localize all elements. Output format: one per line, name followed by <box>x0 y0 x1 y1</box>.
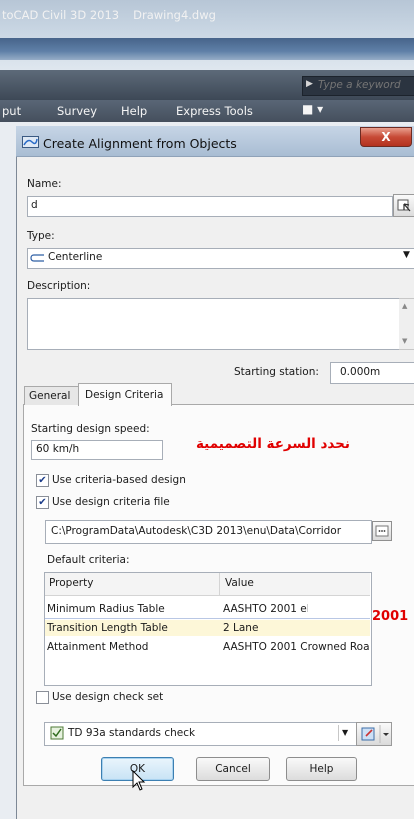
use-criteria-checkbox[interactable]: ✔ <box>36 474 49 487</box>
cell-property: Transition Length Table <box>47 622 168 634</box>
cancel-button[interactable]: Cancel <box>196 757 270 781</box>
cell-property: Minimum Radius Table <box>47 603 165 615</box>
tab-general-label: General <box>29 390 71 402</box>
starting-station-value: 0.000m <box>340 366 381 378</box>
tab-general[interactable]: General <box>24 386 80 405</box>
edit-check-set-icon <box>361 725 389 743</box>
mouse-pointer-icon <box>132 770 146 791</box>
cell-value: AASHTO 2001 eMa <box>223 603 308 615</box>
app-title: toCAD Civil 3D 2013 Drawing4.dwg <box>2 8 230 22</box>
column-property[interactable]: Property <box>49 577 93 589</box>
chevron-down-icon: ▼ <box>342 728 349 737</box>
browse-icon <box>375 525 389 537</box>
drawing-name: Drawing4.dwg <box>133 8 216 22</box>
dialog-title: Create Alignment from Objects <box>43 136 237 151</box>
check-set-icon <box>50 726 64 740</box>
tab-design-criteria-label: Design Criteria <box>85 389 164 401</box>
browse-button[interactable] <box>372 521 392 541</box>
use-criteria-label: Use criteria-based design <box>52 474 186 486</box>
table-row[interactable]: Transition Length Table 2 Lane <box>45 621 370 637</box>
menu-input[interactable]: put <box>2 104 21 118</box>
name-field[interactable] <box>27 196 393 217</box>
use-check-set-label: Use design check set <box>52 691 164 703</box>
name-template-button[interactable] <box>393 194 414 217</box>
design-speed-label: Starting design speed: <box>31 423 150 435</box>
cell-value: 2 Lane <box>223 622 259 634</box>
alignment-icon <box>22 136 39 148</box>
default-criteria-label: Default criteria: <box>47 554 130 566</box>
use-check-set-checkbox[interactable] <box>36 691 49 704</box>
ribbon-options-icon[interactable]: ■ ▾ <box>302 102 323 116</box>
design-speed-value: 60 km/h <box>36 443 80 455</box>
check-set-value: TD 93a standards check <box>68 727 196 739</box>
type-label: Type: <box>27 230 55 242</box>
use-file-label: Use design criteria file <box>52 496 170 508</box>
description-scrollbar[interactable]: ▲ ▼ <box>399 298 414 350</box>
centerline-icon <box>30 254 44 262</box>
starting-station-label: Starting station: <box>234 366 319 378</box>
chevron-down-icon[interactable]: ▼ <box>403 250 410 260</box>
search-expand-icon[interactable]: ▶ <box>306 79 313 89</box>
help-button[interactable]: Help <box>286 757 357 781</box>
column-value[interactable]: Value <box>225 577 254 589</box>
menu-help[interactable]: Help <box>121 104 147 118</box>
type-value: Centerline <box>48 251 103 263</box>
app-name: toCAD Civil 3D 2013 <box>2 8 120 22</box>
speed-annotation: نحدد السرعة التصميمية <box>196 436 350 452</box>
table-row[interactable]: Minimum Radius Table AASHTO 2001 eMa <box>45 602 370 618</box>
cell-value: AASHTO 2001 Crowned Road... <box>223 641 369 653</box>
name-label: Name: <box>27 178 62 190</box>
close-button[interactable]: X <box>360 127 412 147</box>
menu-survey[interactable]: Survey <box>57 104 97 118</box>
year-annotation: 2001 <box>372 609 409 624</box>
desktop-taskbar-band <box>0 38 414 60</box>
column-divider <box>219 573 220 595</box>
table-header <box>45 573 370 596</box>
name-value: d <box>31 199 38 211</box>
cell-property: Attainment Method <box>47 641 149 653</box>
table-row[interactable]: Attainment Method AASHTO 2001 Crowned Ro… <box>45 640 370 656</box>
scroll-up-icon[interactable]: ▲ <box>402 302 407 310</box>
search-input[interactable] <box>318 77 412 93</box>
tab-design-criteria[interactable]: Design Criteria <box>78 383 172 406</box>
use-file-checkbox[interactable]: ✔ <box>36 496 49 509</box>
scroll-down-icon[interactable]: ▼ <box>402 337 407 345</box>
menu-express-tools[interactable]: Express Tools <box>176 104 253 118</box>
row-separator <box>45 618 370 619</box>
description-label: Description: <box>27 280 91 292</box>
check-set-dropdown[interactable]: ▼ <box>338 725 353 741</box>
description-field[interactable] <box>27 298 401 350</box>
criteria-file-path: C:\ProgramData\Autodesk\C3D 2013\enu\Dat… <box>51 525 342 537</box>
pick-name-icon <box>397 199 411 212</box>
check-set-tool-button[interactable] <box>356 722 392 746</box>
